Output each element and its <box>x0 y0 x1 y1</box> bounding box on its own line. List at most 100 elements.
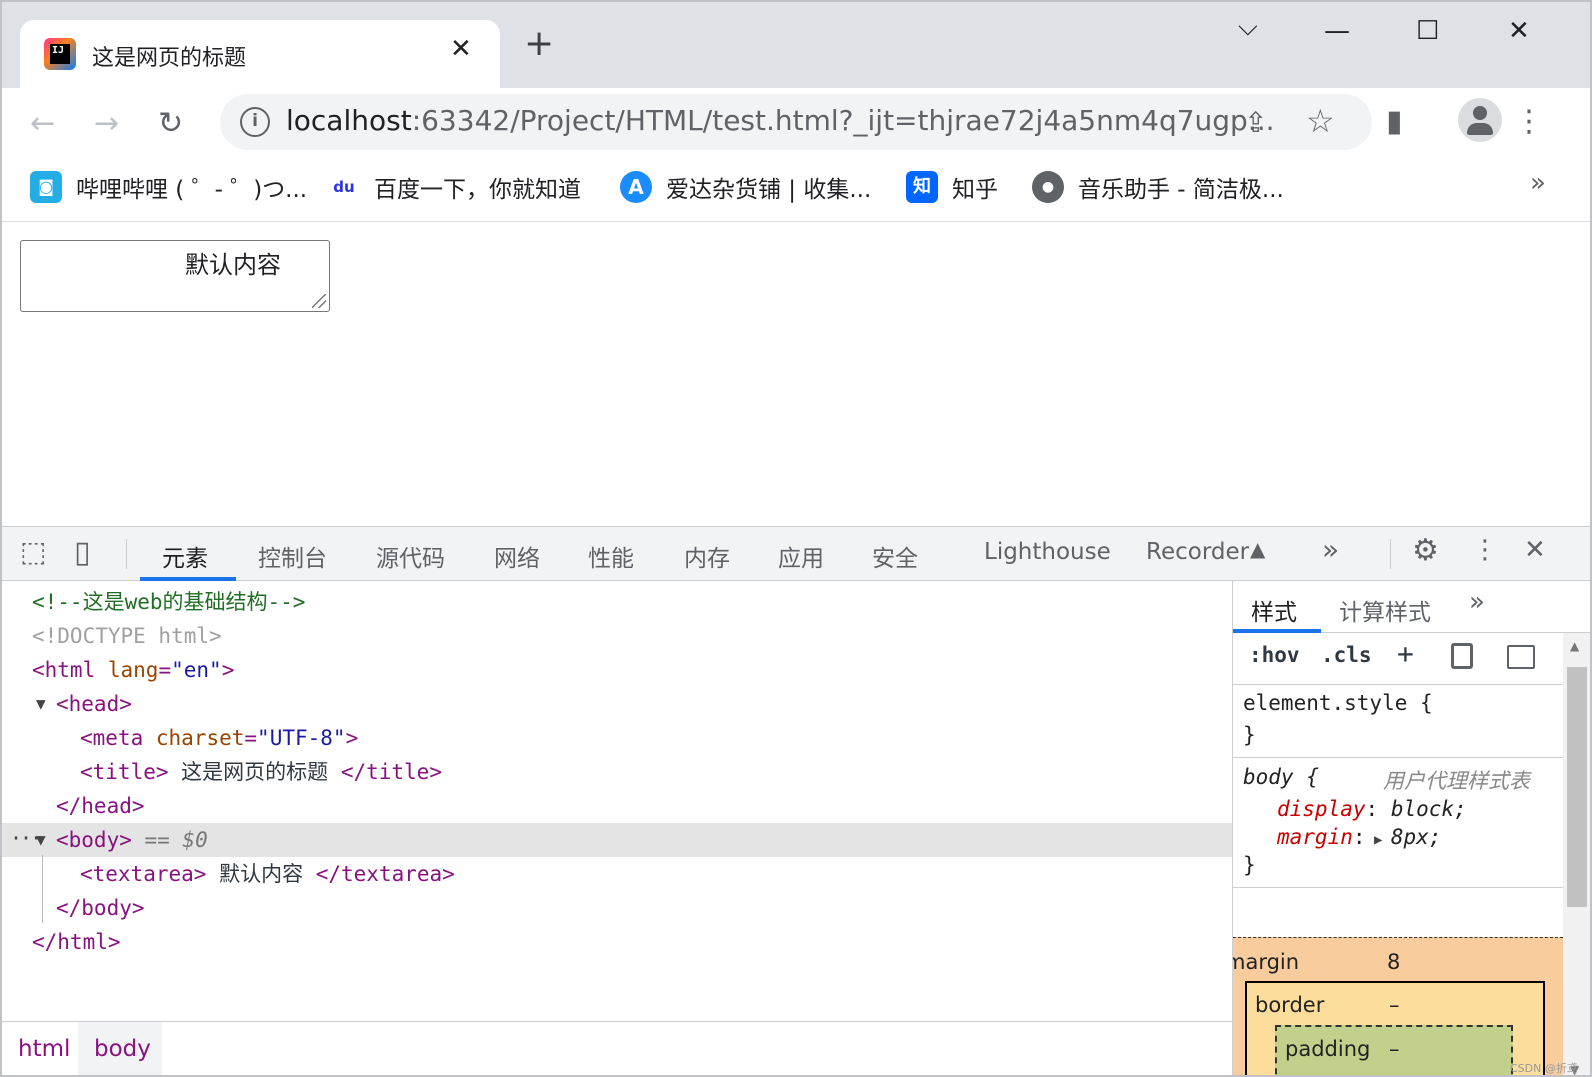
tab-sources[interactable]: 源代码 <box>376 539 445 573</box>
dom-html-node[interactable]: <html lang="en"> <box>2 653 1232 687</box>
comment-text: <!--这是web的基础结构--> <box>32 590 306 614</box>
close-window-button[interactable]: ✕ <box>1508 16 1530 46</box>
reload-icon[interactable]: ↻ <box>158 106 183 141</box>
bookmark-bilibili[interactable]: ◙ 哔哩哔哩 ( ゜- ゜)つ... <box>30 170 307 204</box>
display-value: block; <box>1390 797 1467 821</box>
body-rule-close: } <box>1243 853 1256 877</box>
styles-scrollbar[interactable]: ▲ ▼ <box>1563 633 1590 1075</box>
tab-security[interactable]: 安全 <box>872 539 918 573</box>
tab-search-icon[interactable]: ⌵ <box>1238 12 1258 43</box>
forward-icon[interactable]: → <box>94 106 119 141</box>
profile-avatar[interactable] <box>1458 98 1502 142</box>
resize-grip-icon[interactable] <box>312 294 326 308</box>
bookmarks-overflow-icon[interactable]: » <box>1530 168 1546 198</box>
cls-button[interactable]: .cls <box>1321 643 1372 667</box>
title-open-tag: <title> <box>80 760 169 784</box>
device-toolbar-icon[interactable]: ▯ <box>74 535 91 570</box>
display-declaration[interactable]: display: block; <box>1277 797 1467 821</box>
scroll-up-icon[interactable]: ▲ <box>1570 639 1579 653</box>
url-text[interactable]: localhost:63342/Project/HTML/test.html?_… <box>286 104 1275 137</box>
head-open-tag: <head> <box>56 692 132 716</box>
html-open-end: > <box>221 658 235 682</box>
devtools-menu-icon[interactable]: ⋮ <box>1472 535 1498 565</box>
breadcrumb-html[interactable]: html <box>18 1036 70 1062</box>
dom-head-node[interactable]: ▼ <head> <box>2 687 1232 721</box>
margin-value: 8px; <box>1390 825 1442 849</box>
breadcrumb-body[interactable]: body <box>94 1036 151 1062</box>
margin-declaration[interactable]: margin: ▶ 8px; <box>1277 825 1441 849</box>
tab-network[interactable]: 网络 <box>494 539 540 573</box>
head-close-tag: </head> <box>56 794 145 818</box>
url-host: localhost <box>286 104 412 137</box>
dom-head-close[interactable]: </head> <box>2 789 1232 823</box>
html-close-tag: </html> <box>32 930 121 954</box>
share-icon[interactable]: ⇪ <box>1244 106 1267 139</box>
tab-application[interactable]: 应用 <box>778 539 824 573</box>
demo-textarea[interactable]: 默认内容 <box>20 240 330 312</box>
tab-recorder[interactable]: Recorder <box>1146 539 1249 565</box>
dom-body-close[interactable]: </body> <box>2 891 1232 925</box>
tab-computed[interactable]: 计算样式 <box>1339 593 1431 627</box>
address-bar[interactable]: i localhost:63342/Project/HTML/test.html… <box>220 94 1372 150</box>
maximize-button[interactable]: ☐ <box>1416 16 1439 46</box>
collapse-triangle-icon[interactable]: ▼ <box>36 823 46 857</box>
side-panel-icon[interactable]: ▮ <box>1386 104 1403 139</box>
hov-button[interactable]: :hov <box>1249 643 1300 667</box>
bookmark-star-icon[interactable]: ☆ <box>1306 102 1335 140</box>
settings-gear-icon[interactable]: ⚙ <box>1412 533 1439 568</box>
bookmark-baidu[interactable]: du 百度一下，你就知道 <box>328 170 581 204</box>
scroll-thumb[interactable] <box>1567 667 1587 907</box>
dom-comment-node[interactable]: <!--这是web的基础结构--> <box>2 585 1232 619</box>
inspect-element-icon[interactable]: ⬚ <box>20 535 46 568</box>
site-info-icon[interactable]: i <box>240 107 270 137</box>
tab-styles[interactable]: 样式 <box>1251 593 1297 627</box>
rule-divider <box>1233 887 1563 888</box>
back-icon[interactable]: ← <box>30 106 55 141</box>
bookmarks-bar: ◙ 哔哩哔哩 ( ゜- ゜)つ... du 百度一下，你就知道 A 爱达杂货铺 … <box>2 156 1590 222</box>
devtools-toolbar: ⬚ ▯ 元素 控制台 源代码 网络 性能 内存 应用 安全 Lighthouse… <box>2 527 1590 581</box>
bookmark-music[interactable]: ● 音乐助手 - 简洁极... <box>1032 170 1284 204</box>
more-panes-icon[interactable]: » <box>1469 587 1485 617</box>
new-tab-button[interactable]: + <box>524 26 554 62</box>
element-style-selector[interactable]: element.style { <box>1243 691 1433 715</box>
globe-icon: ● <box>1032 171 1064 203</box>
dom-meta-node[interactable]: <meta charset="UTF-8"> <box>2 721 1232 755</box>
collapse-triangle-icon[interactable]: ▼ <box>36 687 46 721</box>
tab-performance[interactable]: 性能 <box>588 539 634 573</box>
dom-body-node-selected[interactable]: ··· ▼ <body> == $0 <box>2 823 1232 857</box>
browser-tab[interactable]: IJ 这是网页的标题 ✕ <box>20 20 500 88</box>
chrome-menu-icon[interactable]: ⋮ <box>1514 104 1544 139</box>
html-lang-value: "en" <box>171 658 222 682</box>
tab-lighthouse[interactable]: Lighthouse <box>984 539 1111 565</box>
styles-tabs: 样式 计算样式 » <box>1233 581 1590 633</box>
padding-value: – <box>1389 1037 1400 1061</box>
bookmark-aida[interactable]: A 爱达杂货铺 | 收集... <box>620 170 871 204</box>
zhihu-icon: 知 <box>906 171 938 203</box>
colon: : <box>1352 825 1366 849</box>
tab-console[interactable]: 控制台 <box>258 539 327 573</box>
bookmark-label: 哔哩哔哩 ( ゜- ゜)つ... <box>76 177 308 203</box>
dom-textarea-node[interactable]: <textarea> 默认内容 </textarea> <box>2 857 1232 891</box>
margin-property: margin <box>1277 825 1353 849</box>
new-rule-icon[interactable]: + <box>1397 637 1414 670</box>
box-padding[interactable]: padding – <box>1275 1025 1513 1075</box>
meta-charset-value: "UTF-8" <box>257 726 346 750</box>
dom-title-node[interactable]: <title> 这是网页的标题 </title> <box>2 755 1232 789</box>
element-style-close: } <box>1243 723 1256 747</box>
intellij-favicon-icon: IJ <box>44 38 76 70</box>
dom-doctype-node[interactable]: <!DOCTYPE html> <box>2 619 1232 653</box>
tab-elements[interactable]: 元素 <box>162 539 208 573</box>
dom-html-close[interactable]: </html> <box>2 925 1232 959</box>
toggle-sidebar-icon[interactable] <box>1507 645 1535 669</box>
body-selector[interactable]: body { <box>1243 765 1319 789</box>
styles-filter-bar: :hov .cls + <box>1233 633 1563 685</box>
bookmark-zhihu[interactable]: 知 知乎 <box>906 170 998 204</box>
tab-memory[interactable]: 内存 <box>684 539 730 573</box>
tab-close-icon[interactable]: ✕ <box>450 34 472 64</box>
paint-brush-icon[interactable] <box>1451 643 1473 669</box>
bilibili-icon: ◙ <box>30 171 62 203</box>
close-devtools-icon[interactable]: ✕ <box>1524 535 1546 565</box>
selected-node-marker: == $0 <box>131 828 208 852</box>
more-tabs-icon[interactable]: » <box>1322 533 1339 566</box>
minimize-button[interactable]: — <box>1324 16 1350 46</box>
